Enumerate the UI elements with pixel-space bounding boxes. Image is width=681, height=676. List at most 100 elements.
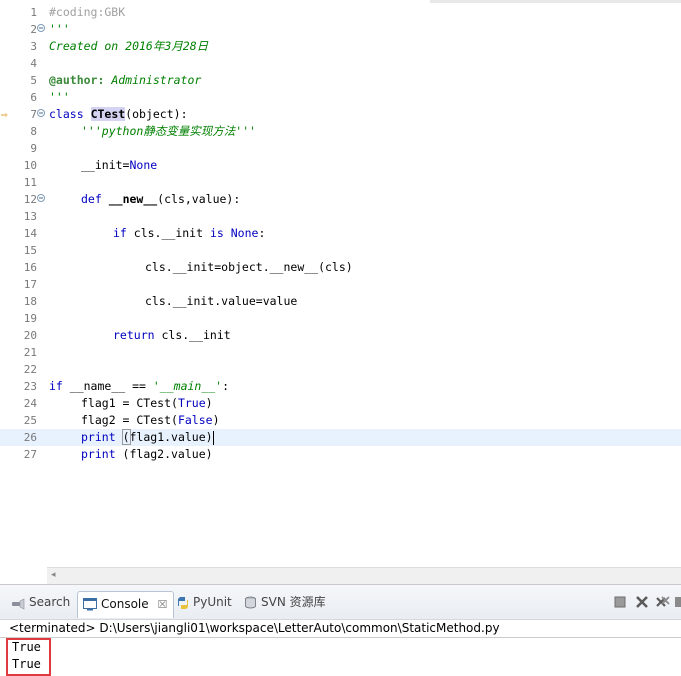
line-number: 27 [23, 448, 37, 461]
code-token: flag2 = CTest( [81, 413, 178, 427]
keyword-token: is [209, 226, 224, 240]
code-line[interactable]: 27 print (flag2.value) [0, 446, 681, 463]
code-line[interactable]: 4 [0, 55, 681, 72]
line-number: 20 [23, 329, 37, 342]
code-line[interactable]: 10 __init=None [0, 157, 681, 174]
keyword-token: False [177, 413, 213, 427]
tab-label: Search [29, 595, 71, 609]
code-line[interactable]: ⇨ 7 class CTest(object): [0, 106, 681, 123]
text-caret [212, 430, 214, 445]
toolbar-overflow-icon[interactable] [675, 595, 681, 609]
tab-pyunit[interactable]: PyUnit [177, 592, 232, 612]
line-number: 14 [23, 227, 37, 240]
code-line[interactable]: 16 cls.__init=object.__new__(cls) [0, 259, 681, 276]
code-editor[interactable]: 1 #coding:GBK 2 ''' 3 Created on 2016年3月… [0, 0, 681, 585]
code-text: __init=None [81, 157, 157, 174]
tab-svn[interactable]: SVN 资源库 [244, 592, 326, 612]
line-number: 12 [23, 193, 37, 206]
code-line[interactable]: 25 flag2 = CTest(False) [0, 412, 681, 429]
code-line[interactable]: 2 ''' [0, 21, 681, 38]
remove-all-terminated-icon[interactable] [656, 595, 670, 609]
line-number: 8 [30, 125, 37, 138]
code-token: __name__ == [62, 379, 153, 393]
bottom-panel: Search Console ☒ PyUnit SVN 资源库 <termina… [0, 585, 681, 676]
code-line[interactable]: 3 Created on 2016年3月28日 [0, 38, 681, 55]
fold-collapse-icon[interactable] [37, 194, 45, 202]
code-line[interactable]: 24 flag1 = CTest(True) [0, 395, 681, 412]
python-icon [178, 596, 188, 609]
code-token: __init= [81, 158, 130, 172]
code-line[interactable]: 19 [0, 310, 681, 327]
code-line[interactable]: 12 def __new__(cls,value): [0, 191, 681, 208]
code-line[interactable]: 23 if __name__ == '__main__': [0, 378, 681, 395]
code-token: ) [205, 396, 213, 410]
code-text: #coding:GBK [49, 5, 126, 19]
keyword-token: print [81, 447, 116, 461]
line-number: 9 [30, 142, 37, 155]
line-number: 21 [23, 346, 37, 359]
line-number: 1 [30, 6, 37, 19]
line-number: 10 [23, 159, 37, 172]
code-text: Created on 2016年3月28日 [49, 39, 209, 53]
code-token: : [258, 226, 266, 240]
line-number: 22 [23, 363, 37, 376]
code-text: if cls.__init is None: [113, 225, 265, 242]
keyword-token: def [81, 192, 102, 206]
line-number: 7 [30, 108, 37, 121]
line-number: 23 [23, 380, 37, 393]
horizontal-scrollbar[interactable]: ◂ [47, 567, 681, 584]
code-text: cls.__init=object.__new__(cls) [145, 260, 353, 274]
code-line[interactable]: 9 [0, 140, 681, 157]
function-name-token: __new__ [108, 192, 158, 206]
code-token: cls.__init [126, 226, 210, 240]
code-line-current[interactable]: 26 print (flag1.value) [0, 429, 681, 446]
fold-collapse-icon[interactable] [37, 24, 45, 32]
code-text: ''' [49, 90, 70, 104]
line-number: 6 [30, 91, 37, 104]
code-line[interactable]: 22 [0, 361, 681, 378]
panel-tab-bar: Search Console ☒ PyUnit SVN 资源库 [0, 585, 681, 620]
line-number: 4 [30, 57, 37, 70]
code-line[interactable]: 1 #coding:GBK [0, 4, 681, 21]
close-icon[interactable]: ☒ [157, 598, 167, 611]
code-line[interactable]: 20 return cls.__init [0, 327, 681, 344]
string-token: '__main__' [152, 379, 223, 393]
string-token: Administrator [104, 73, 202, 87]
code-line[interactable]: 18 cls.__init.value=value [0, 293, 681, 310]
fold-collapse-icon[interactable] [37, 109, 45, 117]
line-number: 19 [23, 312, 37, 325]
line-number: 3 [30, 40, 37, 53]
scroll-left-arrow-icon[interactable]: ◂ [51, 570, 56, 580]
code-line[interactable]: 5 @author: Administrator [0, 72, 681, 89]
code-text: flag2 = CTest(False) [81, 412, 220, 429]
code-token: (cls,value): [157, 192, 241, 206]
console-output[interactable]: True True [0, 637, 681, 676]
code-line[interactable]: 15 [0, 242, 681, 259]
keyword-token: print [81, 430, 116, 444]
line-number: 2 [30, 23, 37, 36]
line-number: 5 [30, 74, 37, 87]
terminate-icon[interactable] [613, 595, 627, 609]
code-line[interactable]: 8 '''python静态变量实现方法''' [0, 123, 681, 140]
code-line[interactable]: 21 [0, 344, 681, 361]
code-token: ) [212, 413, 220, 427]
keyword-token: None [230, 226, 259, 240]
class-name-token: CTest [90, 107, 126, 121]
svn-repository-icon [245, 596, 256, 609]
code-line[interactable]: 13 [0, 208, 681, 225]
line-number: 15 [23, 244, 37, 257]
tab-search[interactable]: Search [11, 592, 70, 612]
code-text: @author: Administrator [49, 72, 201, 89]
code-line[interactable]: 17 [0, 276, 681, 293]
code-token: flag1.value) [129, 430, 213, 444]
remove-launch-icon[interactable] [635, 595, 649, 609]
code-line[interactable]: 14 if cls.__init is None: [0, 225, 681, 242]
code-line[interactable]: 11 [0, 174, 681, 191]
tab-console[interactable]: Console ☒ [77, 591, 175, 618]
keyword-token: class [49, 107, 84, 121]
keyword-token: None [129, 158, 158, 172]
keyword-token: True [177, 396, 206, 410]
console-output-line: True [12, 640, 41, 654]
code-line[interactable]: 6 ''' [0, 89, 681, 106]
